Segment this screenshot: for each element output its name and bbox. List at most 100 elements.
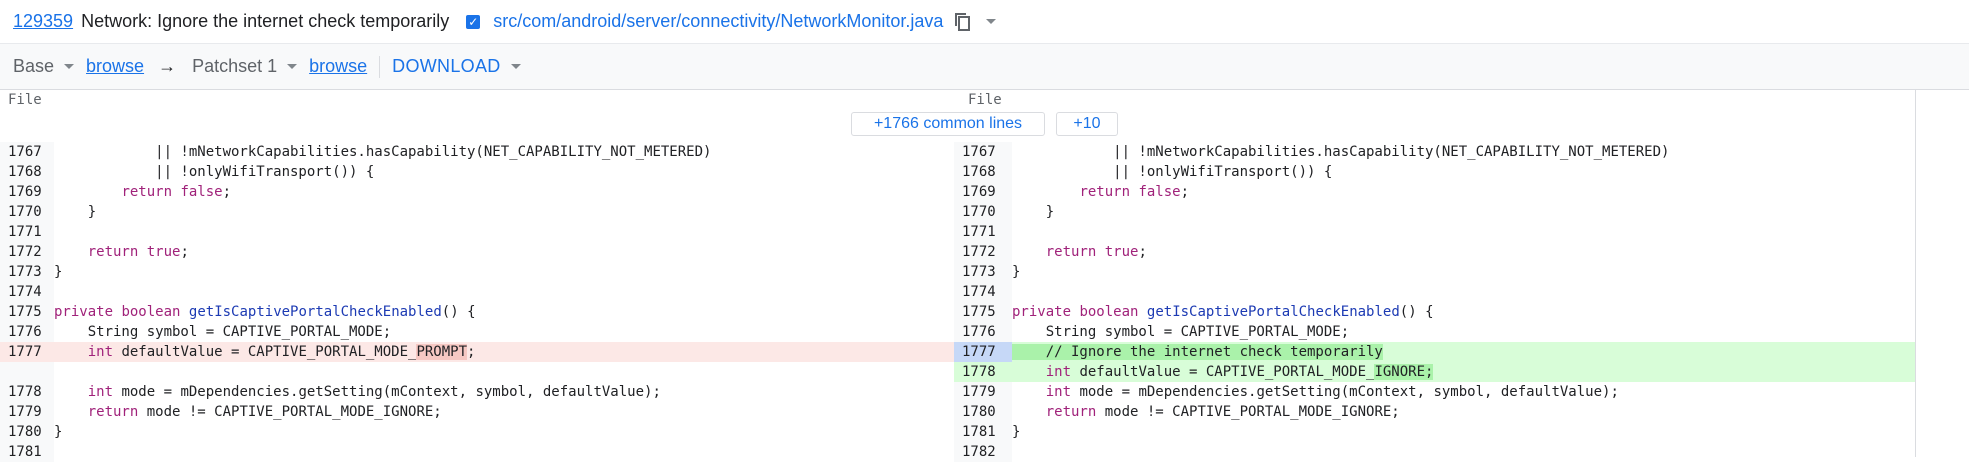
download-button[interactable]: DOWNLOAD — [392, 56, 500, 77]
range-arrow-icon: → — [158, 56, 177, 76]
diff-row: 1778 int defaultValue = CAPTIVE_PORTAL_M… — [0, 362, 1915, 382]
diff-row: 1768 || !onlyWifiTransport()) {1768 || !… — [0, 162, 1915, 182]
left-line-number[interactable]: 1777 — [0, 342, 54, 362]
left-code-line: || !onlyWifiTransport()) { — [54, 164, 375, 180]
download-dropdown-arrow-icon[interactable] — [510, 64, 521, 69]
left-line-number[interactable]: 1774 — [0, 282, 54, 302]
diff-row: 1771 1771 — [0, 222, 1915, 242]
left-line-number[interactable]: 1771 — [0, 222, 54, 242]
right-line-number[interactable]: 1773 — [954, 262, 1012, 282]
file-path-link[interactable]: src/com/android/server/connectivity/Netw… — [493, 11, 943, 32]
right-line-number[interactable]: 1768 — [954, 162, 1012, 182]
right-code-line: } — [1012, 264, 1021, 280]
diff-row: 1775 private boolean getIsCaptivePortalCh… — [0, 302, 1915, 322]
patchset-select[interactable]: Patchset 1 — [192, 56, 277, 77]
left-code-line — [54, 362, 954, 382]
right-line-number[interactable]: 1776 — [954, 322, 1012, 342]
browse-patchset-link[interactable]: browse — [309, 56, 367, 77]
right-code-line: int mode = mDependencies.getSetting(mCon… — [1045, 384, 1619, 400]
left-code-line: String symbol = CAPTIVE_PORTAL_MODE; — [54, 324, 392, 340]
side-by-side-diff: File File +1766 common lines +10 1767 ||… — [0, 90, 1915, 462]
left-code-line: } — [54, 424, 63, 440]
change-number-link[interactable]: 129359 — [13, 11, 73, 32]
expand-10-button[interactable]: +10 — [1056, 112, 1118, 136]
diff-row: 1780} 1781} — [0, 422, 1915, 442]
left-line-number[interactable]: 1778 — [0, 382, 54, 402]
right-code-line: || !mNetworkCapabilities.hasCapability(N… — [1012, 144, 1670, 160]
change-header: 129359 Network: Ignore the internet chec… — [0, 0, 1969, 44]
base-dropdown-arrow-icon[interactable] — [64, 64, 75, 69]
right-code-line: || !onlyWifiTransport()) { — [1012, 164, 1333, 180]
diff-row: 1779 return mode != CAPTIVE_PORTAL_MODE_… — [0, 402, 1915, 422]
common-lines-button[interactable]: +1766 common lines — [851, 112, 1045, 136]
right-line-number[interactable]: 1774 — [954, 282, 1012, 302]
checkbox-checked-icon[interactable]: ✓ — [466, 14, 481, 29]
left-line-number[interactable]: 1769 — [0, 182, 54, 202]
right-line-number[interactable]: 1778 — [954, 362, 1012, 382]
right-line-number[interactable]: 1779 — [954, 382, 1012, 402]
change-title: Network: Ignore the internet check tempo… — [81, 11, 450, 31]
right-line-number[interactable]: 1767 — [954, 142, 1012, 162]
left-code-line: || !mNetworkCapabilities.hasCapability(N… — [54, 144, 712, 160]
file-dropdown-arrow-icon[interactable] — [986, 19, 997, 24]
right-line-number[interactable]: 1770 — [954, 202, 1012, 222]
right-code-line: return false; — [1079, 184, 1190, 200]
right-line-number[interactable]: 1771 — [954, 222, 1012, 242]
left-code-line: return true; — [87, 244, 189, 260]
diff-row: 1774 1774 — [0, 282, 1915, 302]
diff-row: 1773} 1773} — [0, 262, 1915, 282]
left-code-line — [54, 282, 954, 302]
left-line-number[interactable]: 1780 — [0, 422, 54, 442]
copy-icon[interactable] — [954, 12, 972, 32]
right-code-line: String symbol = CAPTIVE_PORTAL_MODE; — [1012, 324, 1350, 340]
left-line-number[interactable]: 1770 — [0, 202, 54, 222]
left-line-number[interactable]: 1768 — [0, 162, 54, 182]
right-line-number[interactable]: 1777 — [954, 342, 1012, 362]
right-code-line — [1012, 442, 1915, 462]
diff-row: 1772 return true; 1772 return true; — [0, 242, 1915, 262]
right-code-line — [1012, 282, 1915, 302]
diff-row: 1781 1782 — [0, 442, 1915, 462]
toolbar-divider — [379, 55, 381, 78]
left-code-line: return mode != CAPTIVE_PORTAL_MODE_IGNOR… — [87, 404, 442, 420]
right-code-line: return mode != CAPTIVE_PORTAL_MODE_IGNOR… — [1045, 404, 1400, 420]
left-code-line: } — [54, 204, 97, 220]
diff-row: 1776 String symbol = CAPTIVE_PORTAL_MODE… — [0, 322, 1915, 342]
left-code-line — [54, 442, 954, 462]
diff-row: 1769 return false; 1769 return false; — [0, 182, 1915, 202]
left-line-number[interactable]: 1773 — [0, 262, 54, 282]
left-code-line: int mode = mDependencies.getSetting(mCon… — [87, 384, 661, 400]
diff-row: 1770 } 1770 } — [0, 202, 1915, 222]
right-line-number[interactable]: 1775 — [954, 302, 1012, 322]
right-line-number[interactable]: 1780 — [954, 402, 1012, 422]
left-code-line: return false; — [121, 184, 232, 200]
diff-right-border — [1915, 90, 1916, 457]
right-line-number[interactable]: 1769 — [954, 182, 1012, 202]
right-line-number[interactable]: 1781 — [954, 422, 1012, 442]
left-line-number[interactable]: 1779 — [0, 402, 54, 422]
left-code-line: int defaultValue = CAPTIVE_PORTAL_MODE_P… — [54, 342, 954, 362]
browse-base-link[interactable]: browse — [86, 56, 144, 77]
left-code-line: } — [54, 264, 63, 280]
right-line-number[interactable]: 1772 — [954, 242, 1012, 262]
left-file-header: File — [8, 92, 42, 108]
left-line-number[interactable]: 1776 — [0, 322, 54, 342]
common-lines-bar: +1766 common lines +10 — [0, 112, 1915, 136]
right-code-line: int defaultValue = CAPTIVE_PORTAL_MODE_I… — [1012, 362, 1915, 382]
diff-row: 1778 int mode = mDependencies.getSetting… — [0, 382, 1915, 402]
left-line-number[interactable]: 1775 — [0, 302, 54, 322]
right-code-line — [1012, 222, 1915, 242]
base-select[interactable]: Base — [13, 56, 54, 77]
right-code-line: } — [1012, 424, 1021, 440]
right-code-line: // Ignore the internet check temporarily — [1012, 342, 1915, 362]
left-line-number[interactable]: 1772 — [0, 242, 54, 262]
patchset-dropdown-arrow-icon[interactable] — [287, 64, 298, 69]
left-line-number[interactable] — [0, 362, 54, 382]
right-code-line: private boolean getIsCaptivePortalCheckE… — [1012, 304, 1434, 320]
right-line-number[interactable]: 1782 — [954, 442, 1012, 462]
right-code-line: } — [1012, 204, 1055, 220]
patch-range-toolbar: Base browse → Patchset 1 browse DOWNLOAD — [0, 44, 1969, 90]
left-line-number[interactable]: 1781 — [0, 442, 54, 462]
left-line-number[interactable]: 1767 — [0, 142, 54, 162]
diff-row: 1767 || !mNetworkCapabilities.hasCapabil… — [0, 142, 1915, 162]
